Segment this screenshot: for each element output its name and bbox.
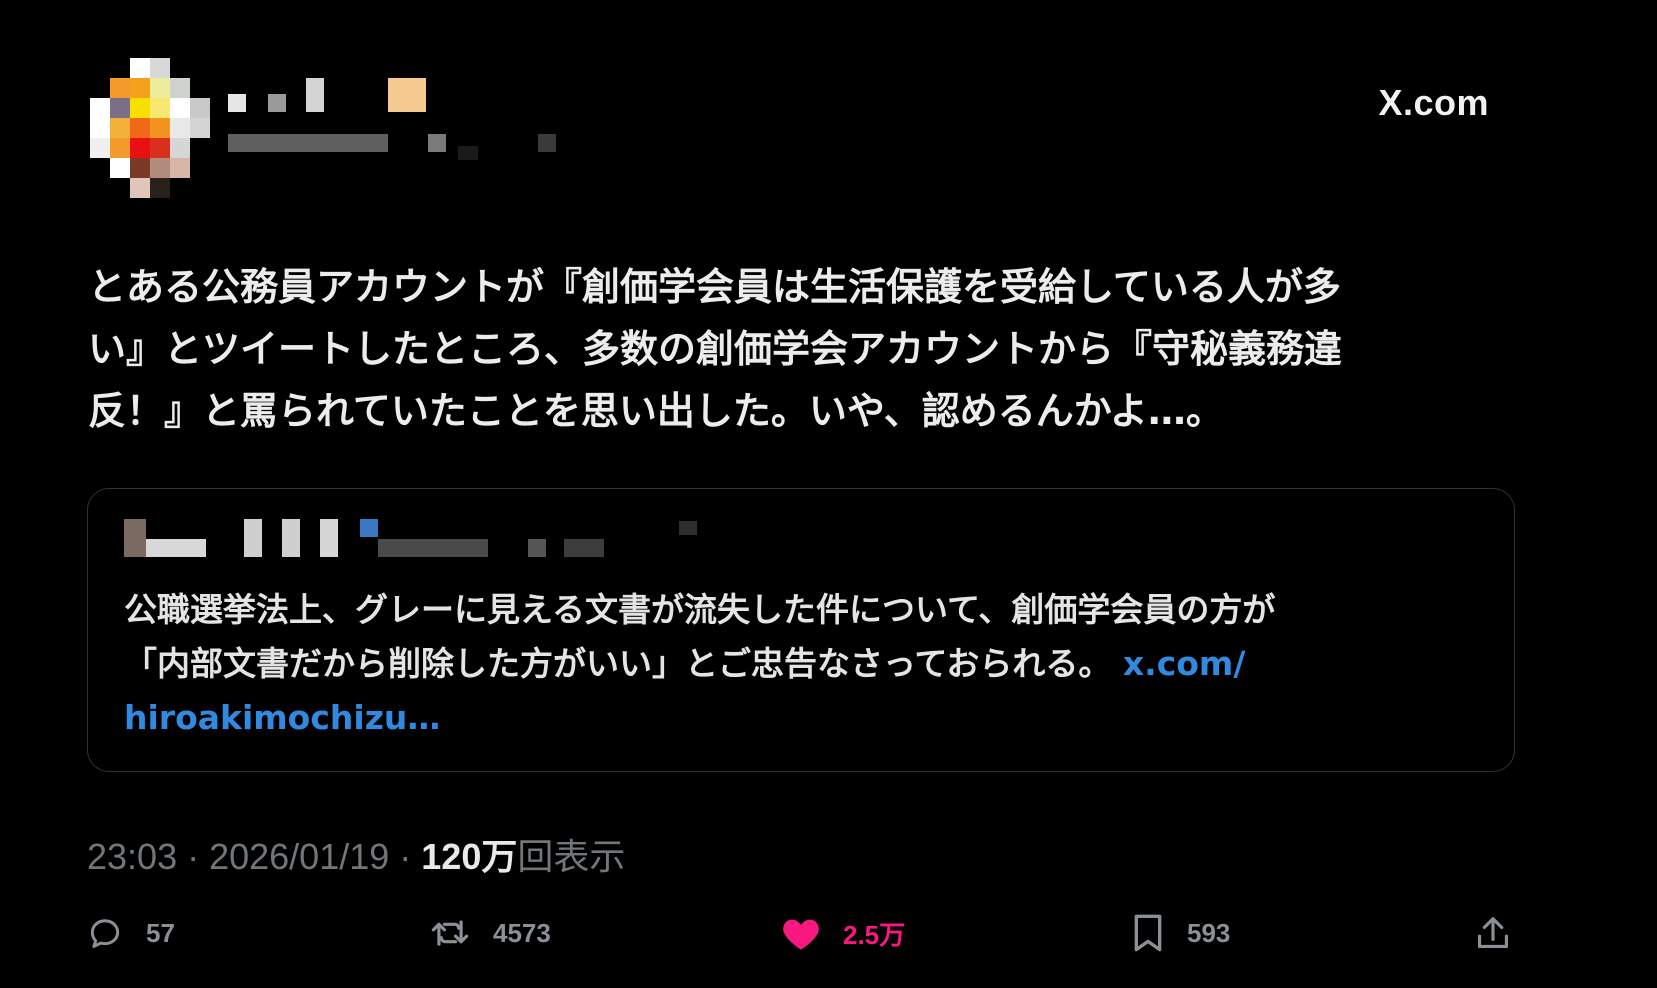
tweet-text-line: 反！』と罵られていたことを思い出した。いや、認めるんかよ…。 xyxy=(88,389,1224,433)
tweet-text: とある公務員アカウントが『創価学会員は生活保護を受給している人が多 い』とツイー… xyxy=(88,256,1468,442)
quoted-tweet-author-censored[interactable] xyxy=(124,519,744,559)
tweet: X.com とある公務員アカウントが『創価学会員は生活保護を受給している人が多 … xyxy=(0,0,1657,988)
retweet-button[interactable]: 4573 xyxy=(429,905,551,961)
bookmark-icon xyxy=(1134,914,1162,952)
tweet-meta: 23:03 · 2026/01/19 · 120万回表示 xyxy=(87,828,625,880)
retweet-icon xyxy=(431,920,469,946)
view-count: 120万 xyxy=(421,836,518,877)
share-icon xyxy=(1477,917,1509,949)
timestamp-time[interactable]: 23:03 xyxy=(87,836,177,877)
quoted-tweet-text-line: 公職選挙法上、グレーに見える文書が流失した件について、創価学会員の方が xyxy=(124,590,1276,629)
reply-button[interactable]: 57 xyxy=(86,905,175,961)
avatar[interactable] xyxy=(90,58,210,198)
like-count: 2.5万 xyxy=(843,919,906,950)
quoted-tweet-link[interactable]: x.com/ xyxy=(1123,644,1246,683)
heart-icon xyxy=(783,919,819,950)
view-label: 回表示 xyxy=(517,836,626,877)
display-name-censored[interactable] xyxy=(228,78,448,118)
meta-separator: · xyxy=(177,836,210,877)
tweet-text-line: とある公務員アカウントが『創価学会員は生活保護を受給している人が多 xyxy=(88,265,1341,309)
tweet-text-line: い』とツイートしたところ、多数の創価学会アカウントから『守秘義務違 xyxy=(88,327,1343,371)
meta-separator: · xyxy=(389,836,422,877)
handle-censored[interactable] xyxy=(228,134,608,160)
x-logo: X.com xyxy=(1378,82,1489,123)
quoted-tweet-text-fragment: 「内部文書だから削除した方がいい」とご忠告なさっておられる。 xyxy=(124,644,1112,683)
reply-icon xyxy=(90,919,120,948)
bookmark-count: 593 xyxy=(1187,917,1231,948)
share-button[interactable] xyxy=(1474,905,1512,961)
action-bar: 57 4573 2.5万 593 xyxy=(0,905,1657,965)
quoted-tweet-text-line: 「内部文書だから削除した方がいい」とご忠告なさっておられる。 x.com/ xyxy=(124,637,1484,691)
like-button[interactable]: 2.5万 xyxy=(781,905,905,961)
quoted-tweet-link-cont[interactable]: hiroakimochizu… xyxy=(124,698,440,737)
retweet-count: 4573 xyxy=(493,917,551,948)
quoted-tweet-text-line: hiroakimochizu… xyxy=(124,691,1484,745)
quoted-tweet-text: 公職選挙法上、グレーに見える文書が流失した件について、創価学会員の方が 「内部文… xyxy=(124,583,1484,745)
timestamp-date[interactable]: 2026/01/19 xyxy=(209,836,389,877)
quoted-tweet-card[interactable]: 公職選挙法上、グレーに見える文書が流失した件について、創価学会員の方が 「内部文… xyxy=(87,488,1515,772)
bookmark-button[interactable]: 593 xyxy=(1131,905,1230,961)
reply-count: 57 xyxy=(146,917,175,948)
